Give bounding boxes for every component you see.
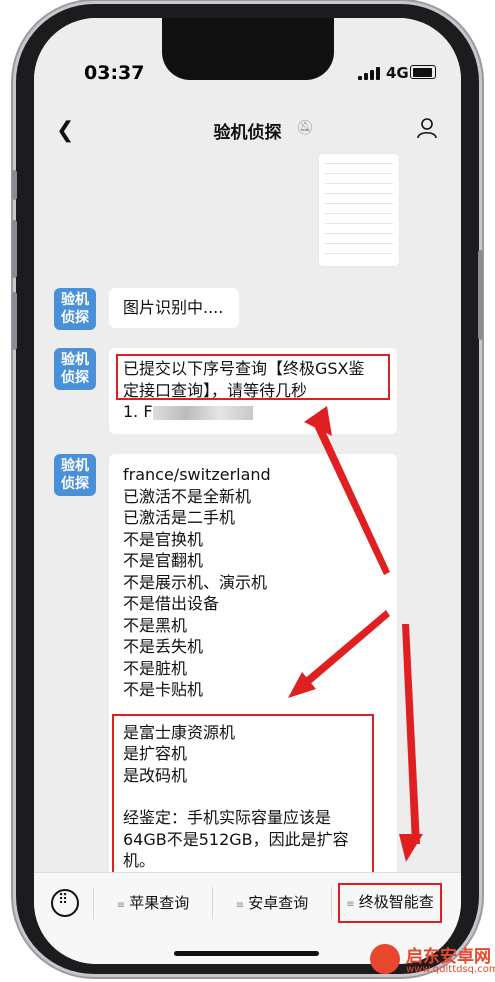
watermark-logo-icon [370, 944, 400, 974]
side-button [12, 170, 17, 200]
site-watermark: 启东安卓网 www.qdlttdsq.com [366, 940, 495, 982]
battery-icon [410, 65, 436, 79]
chat-header: ❮ 验机侦探 🔕︎ [34, 108, 461, 154]
network-type: 4G [386, 64, 409, 82]
menu-apple-query[interactable]: ≡ 苹果查询 [94, 883, 212, 923]
phone-screen: 03:37 4G ❮ 验机侦探 🔕︎ 验机 侦探 图片识别中.... 验机 侦探 已… [34, 18, 461, 964]
mute-bell-icon: 🔕︎ [296, 120, 314, 136]
message-list[interactable]: 验机 侦探 图片识别中.... 验机 侦探 已提交以下序号查询【终极GSX鉴 定接口… [34, 154, 461, 894]
volume-up-button [12, 220, 17, 278]
menu-android-query[interactable]: ≡ 安卓查询 [213, 883, 331, 923]
annotation-arrows [288, 406, 423, 862]
status-time: 03:37 [84, 62, 145, 84]
chat-title: 验机侦探 [213, 123, 282, 143]
notch [162, 18, 334, 80]
profile-icon[interactable] [415, 116, 439, 140]
volume-down-button [12, 292, 17, 350]
menu-ultimate-query[interactable]: ≡ 终极智能查 [338, 883, 442, 923]
home-indicator [174, 951, 319, 956]
watermark-url: www.qdlttdsq.com [406, 964, 495, 975]
signal-icon [358, 66, 380, 80]
keyboard-icon[interactable] [51, 889, 79, 917]
status-bar: 03:37 4G [34, 18, 461, 108]
power-button [478, 250, 483, 340]
